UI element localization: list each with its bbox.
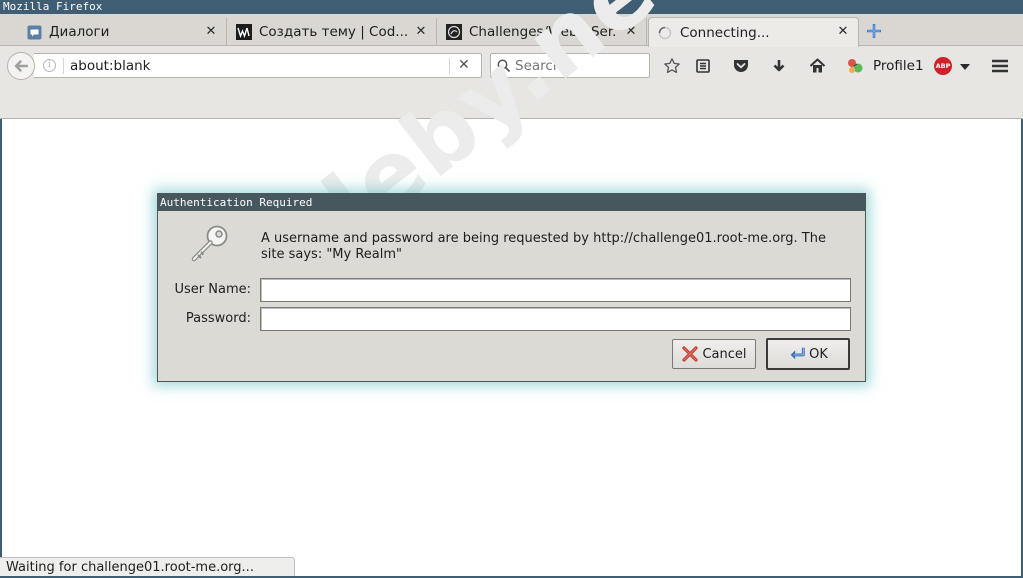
- cancel-label: Cancel: [702, 346, 747, 362]
- tab-label: Создать тему | Cod...: [259, 24, 407, 40]
- password-field[interactable]: [260, 307, 851, 331]
- reading-list-icon[interactable]: [693, 56, 713, 76]
- codeby-logo-icon: [236, 24, 252, 40]
- dialog-title: Authentication Required: [158, 194, 865, 211]
- adblock-plus-icon[interactable]: ABP: [934, 57, 952, 75]
- tab-dialogs[interactable]: Диалоги ✕: [18, 18, 227, 46]
- window-title: Mozilla Firefox: [3, 0, 103, 13]
- chat-bubble-icon: [26, 24, 42, 40]
- profile-switcher-icon[interactable]: [845, 56, 865, 76]
- status-text: Waiting for challenge01.root-me.org...: [6, 560, 254, 575]
- profile-label[interactable]: Profile1: [873, 58, 924, 74]
- back-button[interactable]: [7, 52, 35, 80]
- tab-create-topic[interactable]: Создать тему | Cod... ✕: [228, 18, 437, 46]
- chevron-down-icon[interactable]: [960, 64, 970, 70]
- return-arrow-icon: [790, 347, 805, 360]
- cancel-x-icon: [682, 346, 699, 362]
- back-arrow-icon: [14, 60, 29, 72]
- info-icon[interactable]: i: [43, 59, 56, 72]
- dialog-message: A username and password are being reques…: [261, 231, 826, 262]
- url-text[interactable]: about:blank: [70, 58, 150, 74]
- cancel-button[interactable]: Cancel: [672, 339, 756, 369]
- new-tab-plus-icon[interactable]: [865, 22, 883, 40]
- download-arrow-icon[interactable]: [769, 56, 789, 76]
- bookmark-star-icon[interactable]: [662, 56, 682, 76]
- url-bar[interactable]: i about:blank ✕: [34, 53, 482, 78]
- key-icon: [190, 222, 232, 264]
- close-icon[interactable]: ✕: [836, 25, 850, 39]
- tab-connecting[interactable]: Connecting... ✕: [648, 17, 859, 47]
- rootme-logo-icon: [446, 24, 462, 40]
- tab-label: Диалоги: [49, 24, 110, 40]
- close-icon[interactable]: ✕: [414, 25, 428, 39]
- menu-hamburger-icon[interactable]: [990, 56, 1010, 76]
- ok-button[interactable]: OK: [766, 338, 850, 370]
- close-icon[interactable]: ✕: [204, 25, 218, 39]
- password-label: Password:: [185, 311, 251, 326]
- auth-dialog: Authentication Required A username and p…: [157, 193, 866, 382]
- divider: [63, 58, 64, 74]
- tab-label: Connecting...: [680, 24, 770, 41]
- username-field[interactable]: [260, 278, 851, 302]
- home-icon[interactable]: [807, 56, 827, 76]
- status-bar: Waiting for challenge01.root-me.org...: [0, 557, 295, 578]
- username-label: User Name:: [174, 282, 252, 297]
- pocket-icon[interactable]: [731, 56, 751, 76]
- ok-label: OK: [809, 346, 828, 362]
